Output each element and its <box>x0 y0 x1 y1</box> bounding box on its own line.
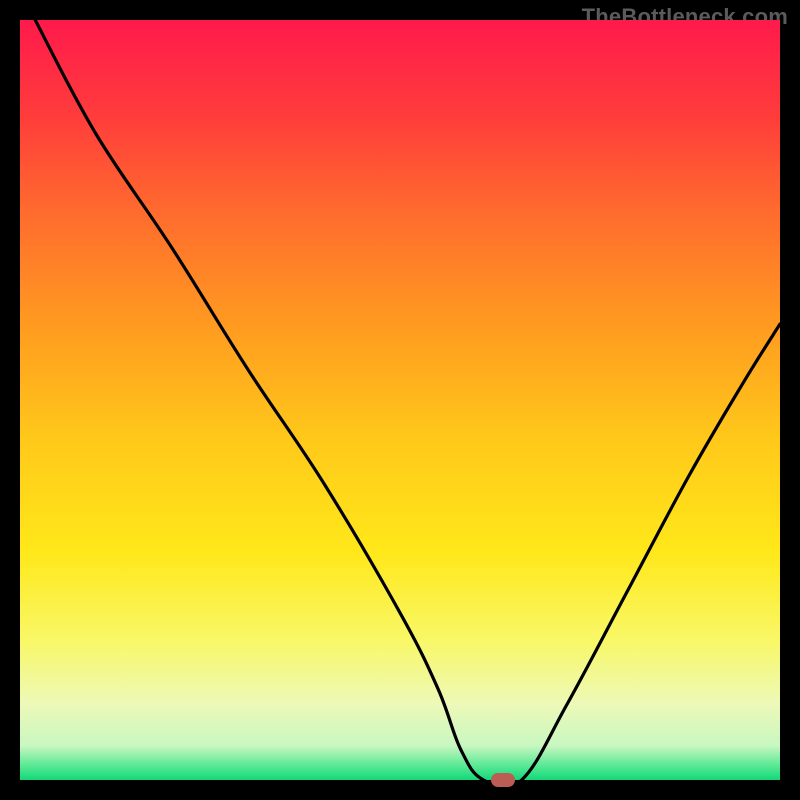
plot-background <box>20 20 780 780</box>
bottleneck-plot <box>20 20 780 780</box>
optimal-point-marker <box>491 773 515 787</box>
chart-frame: TheBottleneck.com <box>0 0 800 800</box>
